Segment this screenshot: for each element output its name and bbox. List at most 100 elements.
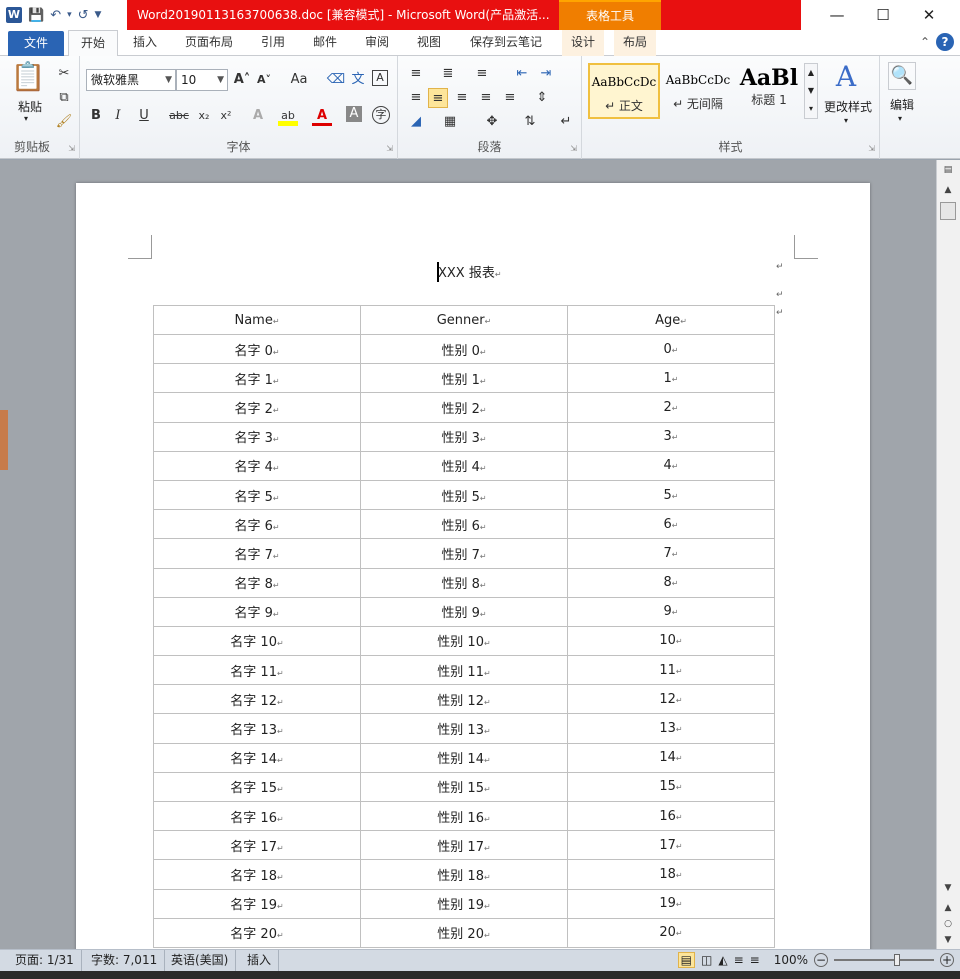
outline-icon[interactable]: ≡ — [734, 953, 744, 967]
table-cell[interactable]: 名字 12↵ — [153, 684, 361, 715]
align-center-icon[interactable]: ≡ — [428, 88, 448, 108]
styles-gallery-scroll[interactable]: ▲ ▼ ▾ — [804, 63, 818, 119]
customize-qat-icon[interactable]: ▼ — [95, 10, 102, 20]
table-cell[interactable]: 名字 2↵ — [153, 392, 361, 423]
table-cell[interactable]: 性别 10↵ — [360, 625, 568, 657]
distributed-icon[interactable]: ≡ — [500, 88, 520, 108]
shrink-font-icon[interactable]: A˅ — [254, 70, 274, 90]
highlight-icon[interactable]: ab — [278, 106, 298, 126]
draft-icon[interactable]: ≡ — [750, 953, 760, 967]
bold-icon[interactable]: B — [86, 106, 106, 126]
table-cell[interactable]: 性别 18↵ — [360, 859, 568, 890]
table-cell[interactable]: 14↵ — [567, 742, 775, 773]
close-button[interactable]: ✕ — [906, 0, 952, 30]
tab-home[interactable]: 开始 — [68, 30, 118, 57]
format-painter-icon[interactable]: 🖌 — [54, 112, 74, 132]
table-cell[interactable]: 性别 7↵ — [360, 538, 568, 569]
table-cell[interactable]: 性别 20↵ — [360, 917, 568, 948]
table-cell[interactable]: 性别 2↵ — [360, 392, 568, 423]
insert-mode[interactable]: 插入 — [240, 950, 280, 972]
scroll-thumb[interactable] — [940, 202, 956, 220]
vertical-scrollbar[interactable]: ▤ ▲ ▼ ▲ ○ ▼ — [936, 160, 960, 949]
subscript-icon[interactable]: x₂ — [194, 106, 214, 126]
table-cell[interactable]: 名字 16↵ — [153, 800, 361, 832]
table-cell[interactable]: 名字 14↵ — [153, 742, 361, 773]
table-cell[interactable]: 1↵ — [567, 363, 775, 394]
table-cell[interactable]: 名字 17↵ — [153, 830, 361, 861]
justify-icon[interactable]: ≡ — [476, 88, 496, 108]
undo-dropdown-icon[interactable]: ▾ — [67, 10, 72, 20]
minimize-button[interactable]: — — [814, 0, 860, 30]
table-cell[interactable]: 名字 3↵ — [153, 421, 361, 452]
table-cell[interactable]: 性别 5↵ — [360, 479, 568, 511]
strikethrough-icon[interactable]: abc — [166, 106, 192, 126]
table-cell[interactable]: 11↵ — [567, 655, 775, 686]
clear-format-icon[interactable]: ⌫ — [326, 70, 346, 90]
styles-launcher-icon[interactable]: ⇲ — [868, 144, 875, 153]
enclose-character-icon[interactable]: 字 — [372, 106, 390, 124]
table-cell[interactable]: 7↵ — [567, 538, 775, 569]
numbering-icon[interactable]: ≣ — [438, 64, 458, 84]
web-layout-icon[interactable]: ◭ — [718, 953, 727, 967]
paragraph-launcher-icon[interactable]: ⇲ — [570, 144, 577, 153]
table-cell[interactable]: 性别 6↵ — [360, 509, 568, 540]
zoom-slider-knob[interactable] — [894, 954, 900, 966]
paste-button[interactable]: 粘贴 — [12, 98, 48, 115]
zoom-level[interactable]: 100% — [774, 953, 808, 967]
bullets-icon[interactable]: ≡ — [406, 64, 426, 84]
table-cell[interactable]: 2↵ — [567, 392, 775, 423]
table-cell[interactable]: 名字 11↵ — [153, 655, 361, 686]
table-cell[interactable]: 性别 3↵ — [360, 421, 568, 452]
table-cell[interactable]: 性别 11↵ — [360, 655, 568, 686]
font-color-icon[interactable]: A — [312, 106, 332, 126]
zoom-out-icon[interactable]: − — [814, 953, 828, 967]
help-icon[interactable]: ? — [936, 33, 954, 51]
align-left-icon[interactable]: ≡ — [406, 88, 426, 108]
chevron-down-icon[interactable]: ▾ — [844, 116, 848, 125]
table-cell[interactable]: 性别 12↵ — [360, 684, 568, 715]
undo-icon[interactable]: ↶ — [50, 8, 61, 23]
table-cell[interactable]: 19↵ — [567, 888, 775, 919]
word-app-icon[interactable]: W — [6, 7, 22, 23]
table-cell[interactable]: 性别 8↵ — [360, 567, 568, 598]
redo-icon[interactable]: ↺ — [78, 8, 89, 23]
page-indicator[interactable]: 页面: 1/31 — [8, 950, 82, 972]
clipboard-launcher-icon[interactable]: ⇲ — [68, 144, 75, 153]
align-right-icon[interactable]: ≡ — [452, 88, 472, 108]
paste-icon[interactable]: 📋 — [10, 60, 46, 96]
shading-icon[interactable]: ◢ — [406, 112, 426, 132]
tab-table-design[interactable]: 设计 — [562, 30, 604, 56]
table-cell[interactable]: 13↵ — [567, 713, 775, 744]
font-launcher-icon[interactable]: ⇲ — [386, 144, 393, 153]
tab-review[interactable]: 审阅 — [356, 30, 398, 56]
table-cell[interactable]: 16↵ — [567, 800, 775, 832]
phonetic-guide-icon[interactable]: 文 — [348, 70, 368, 90]
style-no-spacing[interactable]: AaBbCcDc ↵ 无间隔 — [662, 63, 734, 119]
document-title[interactable]: XXX 报表↵ — [438, 262, 502, 281]
table-cell[interactable]: 名字 20↵ — [153, 917, 361, 948]
character-shading-icon[interactable]: A — [346, 106, 362, 122]
table-cell[interactable]: 9↵ — [567, 596, 775, 627]
table-cell[interactable]: 0↵ — [567, 333, 775, 365]
tab-references[interactable]: 引用 — [252, 30, 294, 56]
table-cell[interactable]: 8↵ — [567, 567, 775, 598]
table-cell[interactable]: 15↵ — [567, 771, 775, 803]
table-cell[interactable]: 性别 9↵ — [360, 596, 568, 627]
table-cell[interactable]: 性别 14↵ — [360, 742, 568, 773]
multilevel-list-icon[interactable]: ≡ — [472, 64, 492, 84]
increase-indent-icon[interactable]: ⇥ — [536, 64, 556, 84]
tab-file[interactable]: 文件 — [8, 31, 64, 56]
change-case-button[interactable]: Aa — [286, 70, 312, 90]
table-cell[interactable]: 名字 19↵ — [153, 888, 361, 919]
header-name[interactable]: Name↵ — [153, 305, 361, 335]
table-cell[interactable]: 5↵ — [567, 479, 775, 511]
change-styles-button[interactable]: 更改样式 — [820, 98, 876, 115]
underline-icon[interactable]: U — [134, 106, 154, 126]
table-cell[interactable]: 20↵ — [567, 917, 775, 948]
italic-icon[interactable]: I — [108, 106, 128, 126]
change-styles-icon[interactable]: A — [828, 60, 864, 93]
sort-icon[interactable]: ⇅ — [520, 112, 540, 132]
table-cell[interactable]: 性别 17↵ — [360, 830, 568, 861]
chevron-down-icon[interactable]: ▾ — [898, 114, 902, 123]
maximize-button[interactable]: ☐ — [860, 0, 906, 30]
